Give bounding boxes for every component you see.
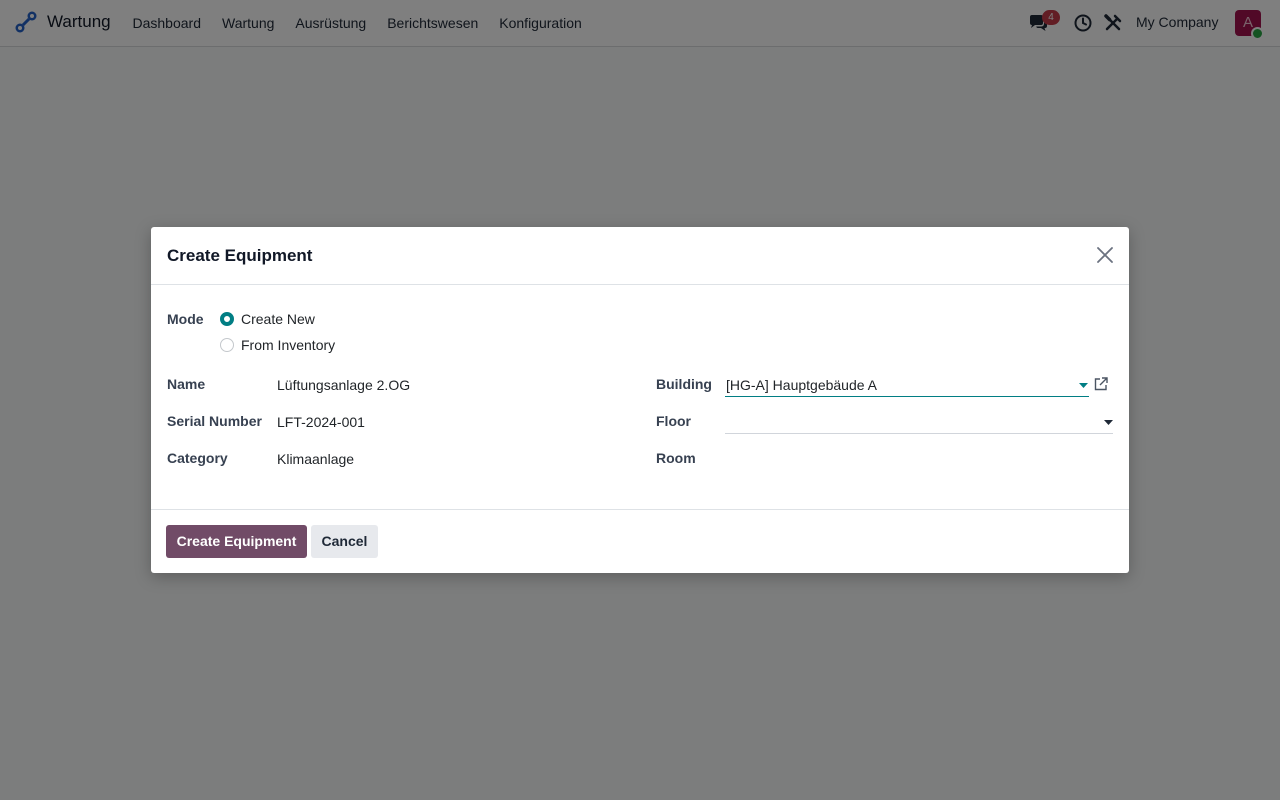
category-label: Category bbox=[167, 450, 228, 466]
dropdown-caret-icon[interactable] bbox=[1079, 383, 1088, 389]
mode-option-create-new[interactable]: Create New bbox=[241, 311, 315, 327]
floor-label: Floor bbox=[656, 413, 691, 429]
mode-radio-create-new[interactable] bbox=[220, 312, 234, 326]
dialog-header: Create Equipment bbox=[151, 227, 1129, 285]
mode-radio-from-inventory[interactable] bbox=[220, 338, 234, 352]
building-field[interactable]: [HG-A] Hauptgebäude A bbox=[726, 377, 877, 393]
create-equipment-dialog: Create Equipment Mode Create New From In… bbox=[151, 227, 1129, 573]
name-label: Name bbox=[167, 376, 206, 392]
external-link-icon[interactable] bbox=[1094, 377, 1108, 391]
building-field-underline bbox=[725, 396, 1089, 397]
mode-label: Mode bbox=[167, 311, 204, 327]
building-label: Building bbox=[656, 376, 712, 392]
floor-dropdown-caret-icon[interactable] bbox=[1104, 420, 1113, 426]
room-label: Room bbox=[656, 450, 696, 466]
dialog-title: Create Equipment bbox=[167, 246, 313, 265]
close-icon[interactable] bbox=[1096, 246, 1114, 264]
floor-field-underline bbox=[725, 433, 1113, 434]
create-equipment-button[interactable]: Create Equipment bbox=[166, 525, 307, 558]
serial-number-field[interactable]: LFT-2024-001 bbox=[277, 414, 365, 430]
name-field[interactable]: Lüftungsanlage 2.OG bbox=[277, 377, 410, 393]
mode-option-from-inventory[interactable]: From Inventory bbox=[241, 337, 335, 353]
cancel-button[interactable]: Cancel bbox=[311, 525, 378, 558]
category-field[interactable]: Klimaanlage bbox=[277, 451, 354, 467]
serial-number-label: Serial Number bbox=[167, 413, 262, 429]
dialog-footer: Create Equipment Cancel bbox=[151, 509, 1129, 574]
dialog-body: Mode Create New From Inventory Name Lüft… bbox=[151, 285, 1129, 509]
